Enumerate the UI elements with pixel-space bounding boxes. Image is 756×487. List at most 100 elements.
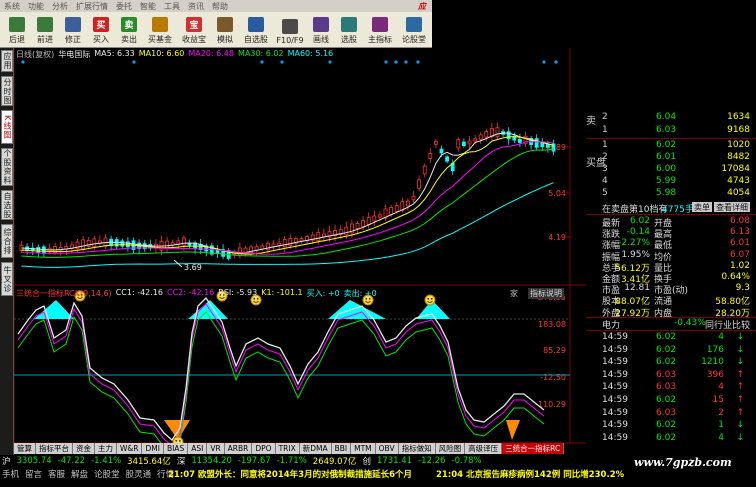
event-marker-icon[interactable] xyxy=(280,60,284,64)
indicator-tab-4[interactable]: W&R xyxy=(117,443,143,454)
buy-level-3[interactable]: 3 6.00 17084 xyxy=(586,164,756,175)
event-marker-icon[interactable] xyxy=(384,60,388,64)
event-marker-icon[interactable] xyxy=(404,60,408,64)
quote-value-2: 1.02 xyxy=(729,260,750,271)
menu-item-8[interactable]: 帮助 xyxy=(212,1,228,12)
indicator-help-button[interactable]: 指标说明 xyxy=(528,288,564,299)
sh-index[interactable]: 3305.74 xyxy=(17,456,52,466)
toolbar-button-1[interactable]: 前进 xyxy=(32,13,58,47)
indicator-tab-13[interactable]: BBI xyxy=(331,443,352,454)
indicator-tab-18[interactable]: 高级译压 xyxy=(465,443,503,454)
kline-chart-area[interactable]: 日线(复权) 华电国际 MA5: 6.33 MA10: 6.60 MA20: 6… xyxy=(14,48,586,458)
event-marker-icon[interactable] xyxy=(554,60,558,64)
toolbar-button-11[interactable]: 选股 xyxy=(336,13,362,47)
side-tab-3[interactable]: 个股资料 xyxy=(1,148,13,186)
queue-sell-button[interactable]: 卖单 xyxy=(692,202,712,212)
candle-body xyxy=(299,238,304,242)
indicator-tab-16[interactable]: 指标做知 xyxy=(398,443,436,454)
indicator-tab-3[interactable]: 主力 xyxy=(95,443,117,454)
menu-item-5[interactable]: 智能 xyxy=(140,1,156,12)
indicator-name[interactable]: 三统合一指标RCK(9,14,6) xyxy=(16,288,112,298)
event-marker-icon[interactable] xyxy=(260,60,264,64)
up-arrow-icon: ↑ xyxy=(736,395,744,405)
candle-body xyxy=(422,165,427,175)
bottom-link-1[interactable]: 留言 xyxy=(25,468,42,480)
indicator-tick-label: -110.29 xyxy=(535,400,566,409)
indicator-tab-19[interactable]: 三统合一指标RC xyxy=(502,443,565,454)
tick-row: 14:59 6.03 396 ↑ xyxy=(586,370,756,381)
toolbar-button-5[interactable]: 买基金 xyxy=(144,13,176,47)
candle-body xyxy=(366,216,371,226)
smiley-signal-icon[interactable] xyxy=(424,294,436,306)
side-tab-4[interactable]: 自选股 xyxy=(1,190,13,220)
menu-item-4[interactable]: 委托 xyxy=(116,1,132,12)
menu-item-2[interactable]: 分析 xyxy=(52,1,68,12)
news-item-2[interactable]: 21:04 北京报告麻疹病例142例 同比增230.2% xyxy=(436,468,624,480)
toolbar-button-0[interactable]: 后退 xyxy=(4,13,30,47)
event-marker-icon[interactable] xyxy=(542,60,546,64)
queue-bar: 在卖盘第10档有 4775手 卖单 查看详细 xyxy=(586,202,756,215)
order-volume: 1020 xyxy=(727,140,750,150)
bottom-link-0[interactable]: 手机 xyxy=(2,468,19,480)
cy-index[interactable]: 1731.41 xyxy=(377,456,412,466)
toolbar-button-10[interactable]: 画线 xyxy=(308,13,334,47)
tick-row: 14:59 6.02 4 ↓ xyxy=(586,433,756,444)
indicator-tab-6[interactable]: BIAS xyxy=(163,443,189,454)
toolbar-button-3[interactable]: 买买入 xyxy=(88,13,114,47)
news-item-1[interactable]: 21:07 欧盟外长：同意将2014年3月的对俄制裁措施延长6个月 xyxy=(168,468,412,480)
indicator-tab-12[interactable]: 新DMA xyxy=(299,443,332,454)
buy-level-2[interactable]: 2 6.01 8482 xyxy=(586,152,756,163)
indicator-tab-0[interactable]: 管算 xyxy=(14,443,36,454)
bottom-link-3[interactable]: 解盘 xyxy=(71,468,88,480)
menu-item-1[interactable]: 功能 xyxy=(28,1,44,12)
sz-index[interactable]: 11354.20 xyxy=(191,456,232,466)
side-tab-2[interactable]: K线图 xyxy=(1,110,13,144)
menu-item-3[interactable]: 扩展行情 xyxy=(76,1,108,12)
bottom-link-4[interactable]: 论股堂 xyxy=(94,468,120,480)
menu-item-6[interactable]: 工具 xyxy=(164,1,180,12)
indicator-tab-1[interactable]: 指标平台 xyxy=(36,443,73,454)
toolbar-button-2[interactable]: 修正 xyxy=(60,13,86,47)
side-tab-0[interactable]: 应用 xyxy=(1,50,13,72)
sell-level-1[interactable]: 1 6.03 9168 xyxy=(586,125,756,136)
toolbar-button-7[interactable]: 模拟 xyxy=(212,13,238,47)
bottom-link-5[interactable]: 股灵通 xyxy=(126,468,152,480)
view-detail-button[interactable]: 查看详细 xyxy=(714,202,750,212)
tick-volume: 176 xyxy=(706,344,724,355)
indicator-right-tab[interactable]: 家 xyxy=(510,288,518,299)
indicator-tab-5[interactable]: DMI xyxy=(142,443,164,454)
event-marker-icon[interactable] xyxy=(132,60,136,64)
side-tab-5[interactable]: 综合排名 xyxy=(0,224,13,258)
indicator-tab-9[interactable]: ARBR xyxy=(224,443,253,454)
event-marker-icon[interactable] xyxy=(21,60,25,64)
buy-level-1[interactable]: 1 6.02 1020 xyxy=(586,140,756,151)
indicator-tab-15[interactable]: OBV xyxy=(375,443,399,454)
event-marker-icon[interactable] xyxy=(416,60,420,64)
indicator-tab-17[interactable]: 风险图 xyxy=(435,443,466,454)
toolbar-button-8[interactable]: 自选股 xyxy=(240,13,272,47)
indicator-tab-14[interactable]: MTM xyxy=(351,443,376,454)
indicator-tab-11[interactable]: TRIX xyxy=(275,443,300,454)
indicator-tab-10[interactable]: DPO xyxy=(252,443,276,454)
tick-price: 6.02 xyxy=(656,332,677,342)
indicator-tab-2[interactable]: 资金 xyxy=(73,443,95,454)
buy-level-4[interactable]: 4 5.99 4743 xyxy=(586,176,756,187)
indicator-tab-8[interactable]: VR xyxy=(207,443,225,454)
toolbar-button-12[interactable]: 主指标 xyxy=(364,13,396,47)
side-tab-1[interactable]: 分时图 xyxy=(1,76,13,106)
toolbar-button-13[interactable]: 论股堂 xyxy=(398,13,430,47)
menu-item-7[interactable]: 资讯 xyxy=(188,1,204,12)
toolbar-button-6[interactable]: 宝收益宝 xyxy=(178,13,210,47)
f10-icon xyxy=(282,19,298,34)
candle-body xyxy=(439,148,444,154)
toolbar-button-4[interactable]: 卖卖出 xyxy=(116,13,142,47)
bottom-link-2[interactable]: 客服 xyxy=(48,468,65,480)
sell-level-2[interactable]: 2 6.04 1634 xyxy=(586,112,756,123)
indicator-tab-7[interactable]: ASI xyxy=(188,443,208,454)
event-marker-icon[interactable] xyxy=(394,60,398,64)
menu-item-0[interactable]: 系统 xyxy=(4,1,20,12)
toolbar-button-9[interactable]: F10/F9 xyxy=(274,13,306,47)
event-marker-icon[interactable] xyxy=(328,60,332,64)
side-tab-6[interactable]: 牛叉诊股 xyxy=(0,262,13,296)
buy-level-5[interactable]: 5 5.98 4054 xyxy=(586,188,756,199)
